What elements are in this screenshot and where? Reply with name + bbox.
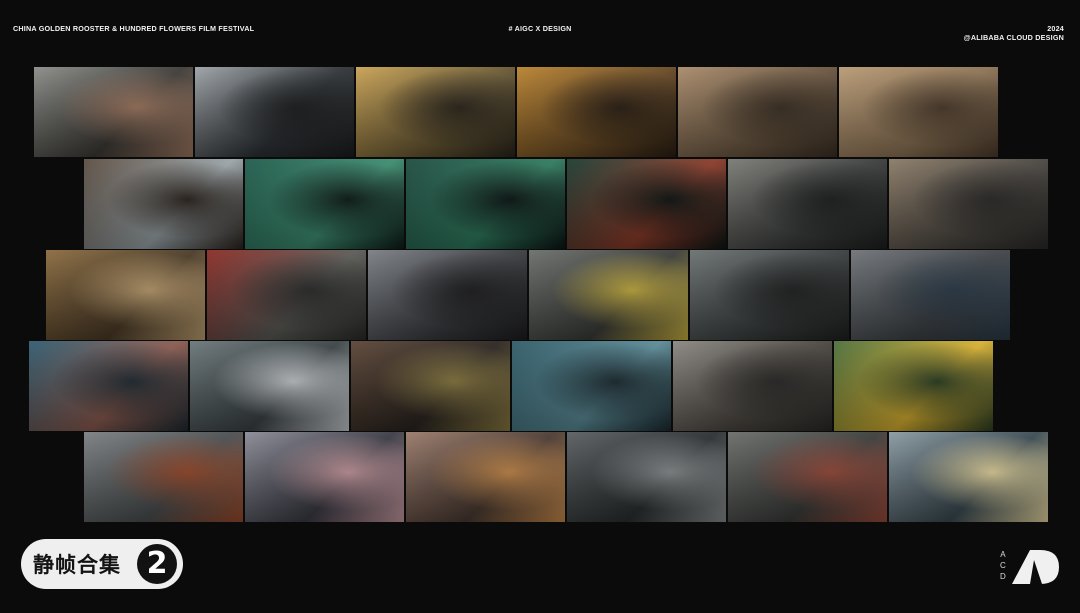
still-frame-steering-wheel — [195, 67, 354, 157]
still-frame-eye-through-slot — [517, 67, 676, 157]
collection-number: 2 — [137, 544, 177, 584]
acd-logo-icon — [1012, 550, 1059, 584]
credit-label: @ALIBABA CLOUD DESIGN — [963, 33, 1064, 42]
film-strip — [34, 67, 998, 157]
logo-letter-a: A — [1000, 550, 1006, 559]
still-frame-billboards-street — [567, 432, 726, 522]
collection-title: 静帧合集 — [33, 553, 121, 577]
still-frame-man-portrait — [351, 341, 510, 431]
film-strip — [29, 341, 993, 431]
still-frame-red-taxi-runner — [207, 250, 366, 340]
year-label: 2024 — [1047, 24, 1064, 33]
still-frame-jars-on-shelf — [356, 67, 515, 157]
still-frame-parcel-counter — [673, 341, 832, 431]
collection-badge: 静帧合集 2 — [21, 539, 183, 589]
film-strip — [84, 432, 1048, 522]
logo-letter-c: C — [1000, 561, 1006, 570]
still-frame-server-rack-red — [567, 159, 726, 249]
still-frame-box-in-shop — [46, 250, 205, 340]
still-frame-woman-market — [529, 250, 688, 340]
still-frame-woman-city-night — [245, 432, 404, 522]
film-strip — [84, 159, 1048, 249]
film-strip — [46, 250, 1010, 340]
still-frame-popcorn-machine — [889, 432, 1048, 522]
still-frame-server-corridor — [245, 159, 404, 249]
hashtag-title: # AIGC X DESIGN — [508, 24, 572, 33]
logo-letter-d: D — [1000, 572, 1006, 581]
still-frame-aerial-intersection — [512, 341, 671, 431]
still-frame-box-window — [84, 159, 243, 249]
still-frame-bus-street — [84, 432, 243, 522]
still-frame-man-driving — [34, 67, 193, 157]
acd-letters: A C D — [1000, 549, 1006, 582]
still-frame-man-patterned-shirt — [406, 432, 565, 522]
still-frame-aerial-crossing — [29, 341, 188, 431]
still-frame-chef-alley — [190, 341, 349, 431]
still-frame-man-cap-shelves — [690, 250, 849, 340]
still-frame-yellow-flowers-hand — [834, 341, 993, 431]
still-frame-cracked-phone — [728, 159, 887, 249]
still-frame-parcel-handoff — [889, 159, 1048, 249]
still-frame-crowd-street — [851, 250, 1010, 340]
still-frame-woman-street — [368, 250, 527, 340]
credit-block: 2024 @ALIBABA CLOUD DESIGN — [964, 24, 1064, 42]
still-frame-cardboard-interior — [678, 67, 837, 157]
still-frame-server-corridor-lights — [406, 159, 565, 249]
still-frame-woman-running — [728, 432, 887, 522]
still-frame-cardboard-flap — [839, 67, 998, 157]
